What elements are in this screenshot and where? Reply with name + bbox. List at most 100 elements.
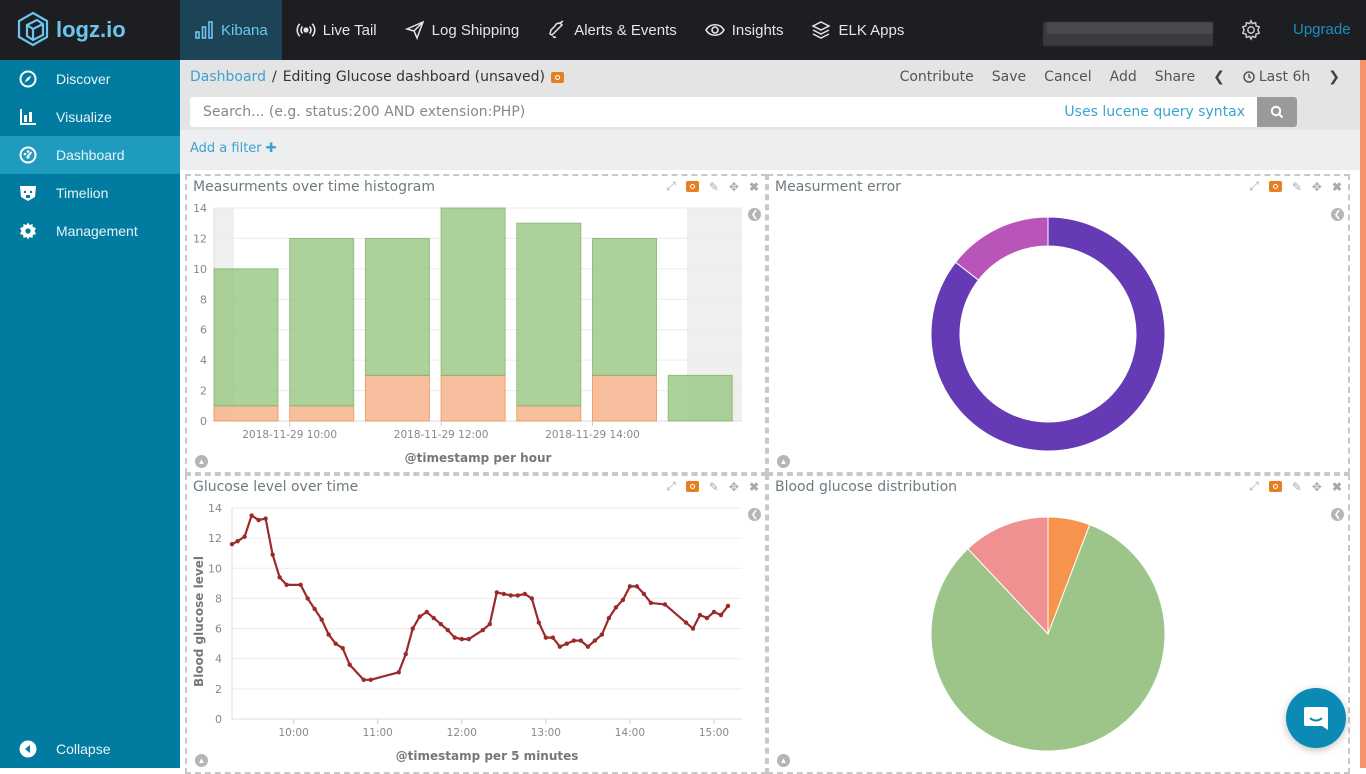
chat-widget-button[interactable]	[1286, 688, 1346, 748]
spy-toggle-icon[interactable]: ▲	[195, 455, 208, 468]
x-tick-label: 2018-11-29 10:00	[242, 429, 337, 441]
data-point	[494, 590, 500, 595]
spy-toggle-icon[interactable]: ▲	[777, 754, 790, 767]
save-button[interactable]: Save	[992, 69, 1026, 85]
data-point	[305, 596, 310, 601]
y-tick-label: 10	[208, 562, 222, 575]
camera-icon[interactable]	[685, 181, 699, 192]
contribute-button[interactable]: Contribute	[900, 69, 974, 85]
data-point	[683, 620, 689, 625]
close-icon[interactable]: ✖	[749, 480, 759, 494]
sidebar-item-label: Visualize	[56, 109, 112, 125]
camera-icon[interactable]	[685, 481, 699, 492]
chevron-left-icon[interactable]: ❮	[1213, 69, 1225, 85]
bar-segment	[213, 268, 279, 407]
data-point	[410, 626, 415, 631]
nav-kibana[interactable]: Kibana	[180, 0, 282, 60]
data-point	[697, 612, 703, 618]
x-axis-label: @timestamp per 5 minutes	[396, 749, 579, 763]
data-point	[508, 593, 514, 598]
data-point	[690, 626, 696, 631]
y-tick-label: 6	[200, 324, 207, 337]
x-tick-label: 14:00	[615, 727, 645, 739]
search-input[interactable]	[190, 98, 1065, 126]
spy-toggle-icon[interactable]: ▲	[777, 455, 790, 468]
bars-icon	[195, 21, 213, 39]
data-point	[326, 632, 331, 637]
layers-icon	[811, 21, 832, 39]
nav-log-shipping[interactable]: Log Shipping	[391, 0, 534, 60]
main-area: Dashboard / Editing Glucose dashboard (u…	[180, 60, 1360, 774]
sidebar-item-visualize[interactable]: Visualize	[0, 98, 180, 136]
share-button[interactable]: Share	[1155, 69, 1195, 85]
edit-pencil-icon[interactable]: ✎	[709, 480, 719, 494]
data-point	[606, 615, 612, 621]
time-picker[interactable]: Last 6h	[1243, 69, 1310, 85]
filter-bar: Add a filter ✚	[180, 130, 1360, 170]
data-point	[403, 651, 408, 657]
spy-toggle-icon[interactable]: ▲	[195, 754, 208, 767]
y-axis-label: Blood glucose level	[192, 556, 206, 687]
lucene-syntax-link[interactable]: Uses lucene query syntax	[1064, 104, 1245, 120]
y-tick-label: 2	[200, 385, 207, 398]
account-name-redacted[interactable]	[1013, 22, 1213, 46]
data-point	[613, 605, 619, 610]
breadcrumb-dashboard-link[interactable]: Dashboard	[190, 69, 266, 85]
data-point	[298, 582, 303, 588]
data-point	[564, 641, 570, 646]
data-point	[235, 538, 240, 544]
data-point	[641, 591, 647, 597]
pie-chart	[930, 516, 1166, 752]
nav-elk-apps[interactable]: ELK Apps	[797, 0, 918, 60]
sidebar-item-dashboard[interactable]: Dashboard	[0, 136, 180, 174]
y-tick-label: 2	[215, 683, 222, 696]
compass-icon	[19, 70, 37, 88]
sidebar-item-management[interactable]: Management	[0, 212, 180, 250]
upgrade-link[interactable]: Upgrade	[1293, 21, 1351, 38]
panel-glucose-distribution: Blood glucose distribution ⤢ ✎ ✥ ✖ ❮ ▲	[767, 474, 1350, 774]
y-tick-label: 12	[193, 232, 207, 245]
close-icon[interactable]: ✖	[749, 180, 759, 194]
search-button[interactable]	[1257, 97, 1297, 127]
sidebar-item-timelion[interactable]: Timelion	[0, 174, 180, 212]
logo-text: logz.io	[56, 17, 126, 42]
x-tick-label: 11:00	[363, 727, 393, 739]
nav-label: Alerts & Events	[574, 21, 677, 39]
breadcrumb: Dashboard / Editing Glucose dashboard (u…	[190, 69, 564, 85]
bar-segment	[667, 374, 733, 422]
nav-live-tail[interactable]: Live Tail	[282, 0, 391, 60]
camera-icon[interactable]	[550, 71, 564, 83]
panel-glucose-line: Glucose level over time ⤢ ✎ ✥ ✖ ❮ 024681…	[185, 474, 767, 774]
logo-cube-icon	[17, 11, 49, 47]
fullscreen-icon[interactable]: ⤢	[666, 479, 676, 494]
move-icon[interactable]: ✥	[729, 180, 739, 194]
breadcrumb-separator: /	[271, 69, 277, 85]
sidebar-item-discover[interactable]: Discover	[0, 60, 180, 98]
move-icon[interactable]: ✥	[729, 480, 739, 494]
add-button[interactable]: Add	[1110, 69, 1137, 85]
settings-gear-icon[interactable]	[1240, 19, 1262, 41]
data-point	[592, 638, 598, 643]
nav-label: Insights	[731, 21, 784, 39]
x-tick-label: 10:00	[279, 727, 309, 739]
x-tick-label: 2018-11-29 12:00	[394, 429, 489, 441]
add-filter-button[interactable]: Add a filter ✚	[190, 141, 277, 156]
logo[interactable]: logz.io	[0, 0, 180, 60]
data-point	[452, 635, 457, 640]
data-point	[662, 602, 668, 607]
edit-pencil-icon[interactable]: ✎	[709, 180, 719, 194]
sidebar-collapse-button[interactable]: Collapse	[0, 730, 180, 768]
paper-plane-icon	[404, 20, 424, 40]
fullscreen-icon[interactable]: ⤢	[666, 179, 676, 194]
data-point	[599, 632, 605, 637]
gear-icon	[20, 222, 36, 240]
x-axis-label: @timestamp per hour	[405, 451, 552, 465]
cancel-button[interactable]: Cancel	[1044, 69, 1091, 85]
data-point	[229, 541, 235, 547]
nav-insights[interactable]: Insights	[691, 0, 798, 60]
nav-label: ELK Apps	[838, 21, 905, 39]
data-point	[361, 677, 366, 683]
nav-alerts-events[interactable]: Alerts & Events	[533, 0, 691, 60]
chevron-right-icon[interactable]: ❯	[1328, 69, 1340, 85]
pie-slice	[954, 216, 1049, 281]
